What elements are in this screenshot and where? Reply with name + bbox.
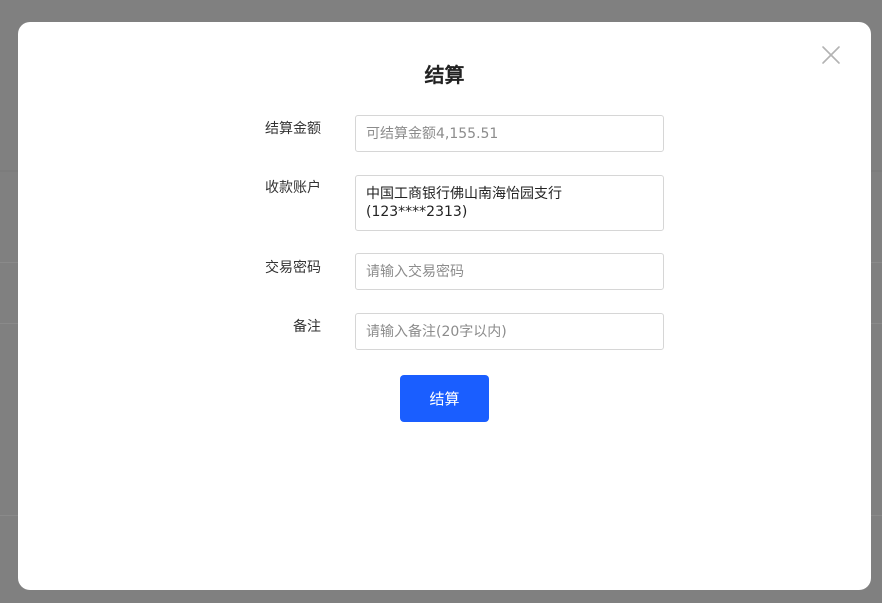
password-label: 交易密码	[265, 260, 321, 276]
amount-input[interactable]	[366, 117, 653, 150]
settlement-dialog: 结算 结算金额 收款账户 中国工商银行佛山南海怡园支行 (123****2313…	[18, 22, 871, 590]
account-number: (123****2313)	[366, 204, 468, 220]
password-input[interactable]	[366, 255, 653, 288]
remark-field-wrapper	[355, 313, 664, 350]
dialog-title: 结算	[424, 63, 465, 87]
submit-button[interactable]: 结算	[400, 375, 489, 422]
amount-field-wrapper	[355, 115, 664, 152]
account-bank-name: 中国工商银行佛山南海怡园支行	[366, 186, 562, 202]
password-field-wrapper	[355, 253, 664, 290]
remark-label: 备注	[293, 319, 321, 335]
close-button[interactable]	[821, 45, 841, 65]
amount-label: 结算金额	[265, 121, 321, 137]
account-select[interactable]: 中国工商银行佛山南海怡园支行 (123****2313)	[355, 175, 664, 231]
remark-input[interactable]	[366, 315, 653, 348]
account-label: 收款账户	[265, 180, 321, 196]
close-icon	[822, 46, 840, 64]
